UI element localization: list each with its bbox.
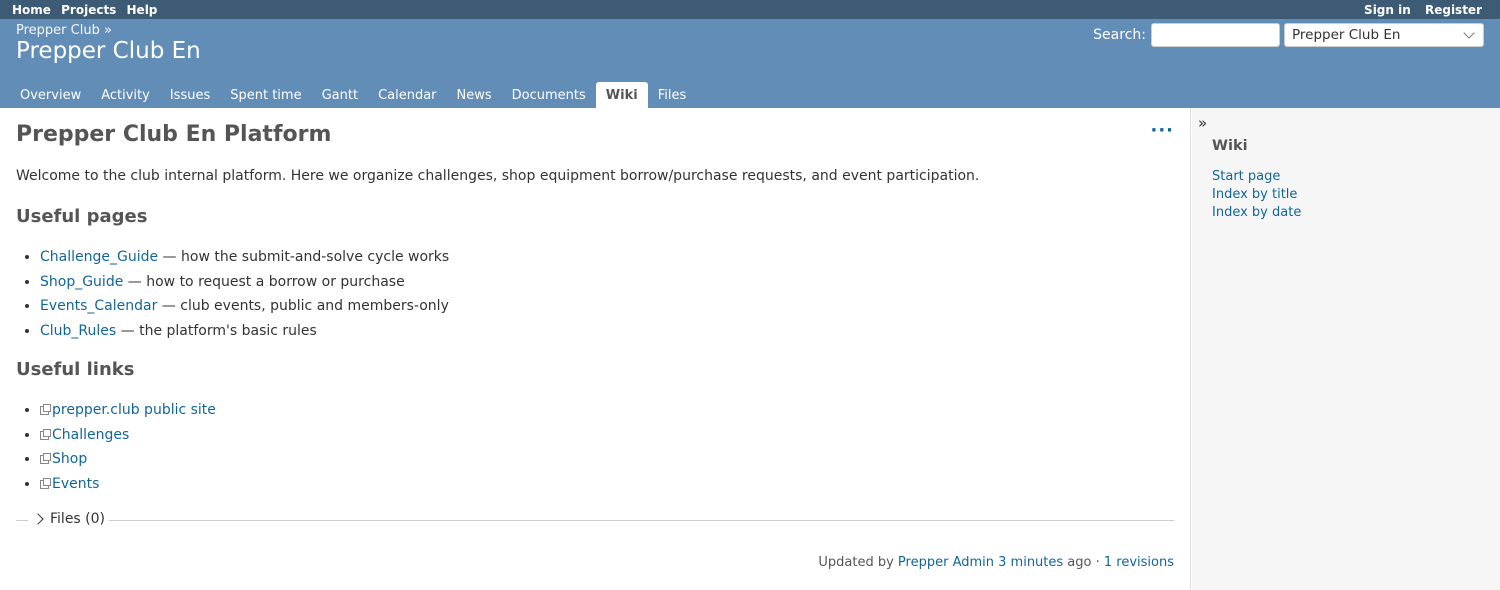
tab-spent-time[interactable]: Spent time — [220, 82, 311, 108]
updated-time-link[interactable]: 3 minutes — [998, 555, 1063, 570]
page-title: Prepper Club En Platform — [16, 122, 332, 147]
list-item: prepper.club public site — [40, 398, 216, 423]
list-item: Club_Rules — the platform's basic rules — [40, 319, 449, 344]
files-toggle[interactable]: Files (0) — [28, 511, 110, 527]
updated-info: Updated by Prepper Admin 3 minutes ago ·… — [818, 555, 1174, 570]
list-item-description: — the platform's basic rules — [116, 322, 317, 339]
tab-calendar[interactable]: Calendar — [368, 82, 446, 108]
quick-search: Search: Prepper Club En — [1093, 23, 1484, 47]
external-link-challenges[interactable]: Challenges — [52, 427, 129, 443]
wiki-link-club-rules[interactable]: Club_Rules — [40, 323, 116, 339]
external-link-public-site[interactable]: prepper.club public site — [52, 402, 216, 418]
tab-files[interactable]: Files — [648, 82, 697, 108]
wiki-link-challenge-guide[interactable]: Challenge_Guide — [40, 249, 158, 265]
search-input[interactable] — [1151, 23, 1280, 47]
updated-prefix: Updated by — [818, 555, 898, 570]
project-jump-value: Prepper Club En — [1292, 27, 1401, 43]
search-label: Search: — [1093, 27, 1146, 43]
external-link-shop[interactable]: Shop — [52, 451, 87, 467]
sidebar-link-index-by-date[interactable]: Index by date — [1212, 204, 1301, 222]
tab-gantt[interactable]: Gantt — [312, 82, 368, 108]
top-menu-home-link[interactable]: Home — [12, 3, 51, 17]
revisions-link[interactable]: 1 revisions — [1104, 555, 1174, 570]
top-menu-help-link[interactable]: Help — [127, 3, 158, 17]
list-item: Shop — [40, 447, 216, 472]
wiki-content: Prepper Club En Platform ··· Welcome to … — [0, 108, 1191, 590]
author-link[interactable]: Prepper Admin — [898, 555, 994, 570]
useful-pages-list: Challenge_Guide — how the submit-and-sol… — [16, 245, 449, 343]
files-legend-label: Files (0) — [50, 511, 106, 527]
project-title: Prepper Club En — [16, 38, 201, 64]
list-item: Shop_Guide — how to request a borrow or … — [40, 270, 449, 295]
header: Prepper Club » Prepper Club En Search: P… — [0, 19, 1500, 108]
sidebar-heading: Wiki — [1212, 138, 1248, 154]
list-item: Events — [40, 472, 216, 497]
project-jump-select[interactable]: Prepper Club En — [1284, 23, 1484, 47]
top-menu-left: Home Projects Help — [12, 3, 163, 17]
account-menu: Sign in Register — [1354, 3, 1482, 17]
sidebar-collapse-icon[interactable]: » — [1198, 114, 1207, 132]
list-item-description: — how the submit-and-solve cycle works — [158, 249, 450, 265]
more-actions-button[interactable]: ··· — [1150, 120, 1174, 141]
tab-issues[interactable]: Issues — [160, 82, 220, 108]
useful-links-heading: Useful links — [16, 359, 135, 380]
files-fieldset: Files (0) — [16, 511, 1174, 531]
sidebar-links: Start page Index by title Index by date — [1212, 168, 1301, 222]
top-menu-projects-link[interactable]: Projects — [61, 3, 116, 17]
sign-in-link[interactable]: Sign in — [1364, 3, 1411, 17]
divider — [16, 520, 1174, 521]
tab-documents[interactable]: Documents — [502, 82, 596, 108]
sidebar-link-start-page[interactable]: Start page — [1212, 168, 1301, 186]
external-link-icon — [40, 404, 51, 415]
tab-wiki[interactable]: Wiki — [595, 82, 648, 108]
main: Prepper Club En Platform ··· Welcome to … — [0, 108, 1500, 590]
useful-links-list: prepper.club public site Challenges Shop… — [16, 398, 216, 496]
tab-news[interactable]: News — [447, 82, 502, 108]
tab-overview[interactable]: Overview — [10, 82, 91, 108]
top-menu: Home Projects Help Sign in Register — [0, 0, 1500, 19]
breadcrumb[interactable]: Prepper Club » — [16, 23, 112, 38]
chevron-right-icon — [32, 513, 44, 525]
useful-pages-heading: Useful pages — [16, 206, 148, 227]
sidebar: » Wiki Start page Index by title Index b… — [1192, 108, 1500, 590]
list-item-description: — club events, public and members-only — [157, 298, 449, 314]
wiki-link-shop-guide[interactable]: Shop_Guide — [40, 274, 123, 290]
main-menu: Overview Activity Issues Spent time Gant… — [10, 82, 696, 108]
external-link-icon — [40, 428, 51, 440]
external-link-icon — [40, 453, 51, 464]
external-link-icon — [40, 477, 51, 489]
register-link[interactable]: Register — [1425, 3, 1482, 17]
tab-activity[interactable]: Activity — [91, 82, 160, 108]
intro-text: Welcome to the club internal platform. H… — [16, 168, 980, 184]
list-item-description: — how to request a borrow or purchase — [123, 273, 405, 290]
list-item: Challenge_Guide — how the submit-and-sol… — [40, 245, 449, 270]
sidebar-link-index-by-title[interactable]: Index by title — [1212, 186, 1301, 204]
chevron-down-icon — [1463, 27, 1475, 39]
list-item: Challenges — [40, 423, 216, 448]
list-item: Events_Calendar — club events, public an… — [40, 294, 449, 319]
external-link-events[interactable]: Events — [52, 476, 99, 492]
wiki-link-events-calendar[interactable]: Events_Calendar — [40, 298, 157, 314]
updated-middle: ago · — [1063, 555, 1104, 570]
